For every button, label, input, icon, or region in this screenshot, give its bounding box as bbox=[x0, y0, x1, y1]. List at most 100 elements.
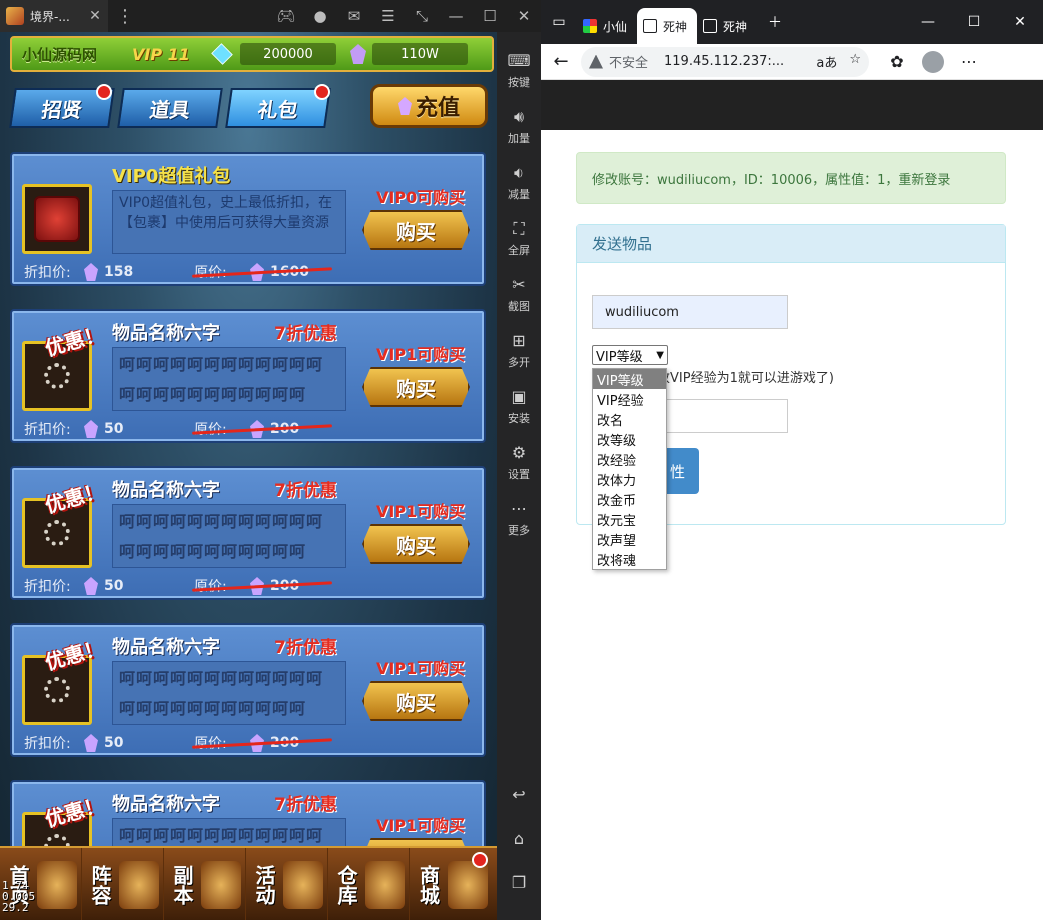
new-tab-icon[interactable]: ＋ bbox=[757, 0, 793, 44]
panel-title: 发送物品 bbox=[577, 225, 1005, 263]
dropdown-option[interactable]: 改声望 bbox=[593, 529, 666, 549]
dropdown-option[interactable]: VIP等级 bbox=[593, 369, 666, 389]
android-back[interactable]: ↩ bbox=[497, 784, 541, 806]
close-icon[interactable]: ✕ bbox=[997, 14, 1043, 30]
more-menu-icon[interactable]: ⋯ bbox=[951, 52, 987, 71]
recharge-label: 充值 bbox=[415, 96, 460, 121]
dropdown-option[interactable]: 改等级 bbox=[593, 429, 666, 449]
gamepad-icon[interactable]: 🎮︎ bbox=[269, 0, 303, 32]
recharge-button[interactable]: 充值 bbox=[370, 84, 488, 128]
price-row: 折扣价: 50 原价: 200 bbox=[24, 419, 344, 439]
maximize-icon[interactable]: ☐ bbox=[951, 14, 997, 30]
dropdown-option[interactable]: 改元宝 bbox=[593, 509, 666, 529]
gift-box-icon bbox=[34, 196, 80, 242]
value-input[interactable] bbox=[657, 399, 788, 433]
original-price: 原价: 200 bbox=[192, 419, 332, 439]
loading-icon bbox=[44, 677, 70, 703]
gift-card: 优惠！ 物品名称六字 7折优惠 呵呵呵呵呵呵呵呵呵呵呵呵呵呵呵呵呵呵呵呵呵呵呵 … bbox=[10, 309, 486, 443]
dropdown-option[interactable]: VIP经验 bbox=[593, 389, 666, 409]
nav-dungeon[interactable]: 副本 bbox=[164, 848, 246, 920]
nav-storage[interactable]: 仓库 bbox=[328, 848, 410, 920]
sidebar-fullscreen[interactable]: ⛶ 全屏 bbox=[497, 218, 541, 258]
vip-requirement: VIP0可购买 bbox=[376, 188, 466, 207]
vip-requirement: VIP1可购买 bbox=[376, 502, 466, 521]
sidebar-keymap[interactable]: ⌨ 按键 bbox=[497, 50, 541, 90]
nav-label: 商城 bbox=[416, 865, 441, 905]
account-input[interactable]: wudiliucom bbox=[592, 295, 788, 329]
discount-label: 折扣价: bbox=[24, 579, 71, 595]
buy-button[interactable]: 购买 bbox=[362, 524, 470, 564]
dropdown-option[interactable]: 改名 bbox=[593, 409, 666, 429]
multi-instance-icon: ⊞ bbox=[512, 331, 526, 350]
notification-dot bbox=[472, 852, 488, 868]
success-alert: 修改账号：wudiliucom，ID：10006，属性值：1，重新登录 bbox=[576, 152, 1006, 204]
nav-lineup[interactable]: 阵容 bbox=[82, 848, 164, 920]
maximize-icon[interactable]: ☐ bbox=[473, 0, 507, 32]
mail-icon[interactable]: ✉ bbox=[337, 0, 371, 32]
sidebar-multi[interactable]: ⊞ 多开 bbox=[497, 330, 541, 370]
vip-requirement: VIP1可购买 bbox=[376, 816, 466, 835]
shrink-icon[interactable]: ⤡ bbox=[405, 0, 439, 32]
address-bar[interactable]: 不安全 119.45.112.237:... aあ ☆ bbox=[581, 46, 869, 77]
card-name: 物品名称六字 bbox=[112, 323, 220, 344]
android-recents[interactable]: ❐ bbox=[497, 872, 541, 894]
fps-overlay: 1.74 0.005 29.2 bbox=[2, 879, 36, 914]
warning-icon bbox=[589, 54, 603, 69]
browser-tab-active[interactable]: 死神 bbox=[637, 8, 697, 44]
page-navbar bbox=[541, 80, 1043, 130]
tab-actions-icon[interactable]: ▭ bbox=[541, 0, 577, 44]
tab-items[interactable]: 道具 bbox=[117, 88, 223, 128]
discount-tag: 7折优惠 bbox=[274, 481, 337, 501]
minimize-icon[interactable]: — bbox=[905, 14, 951, 30]
sidebar-install[interactable]: ▣ 安装 bbox=[497, 386, 541, 426]
back-arrow-icon[interactable]: ← bbox=[541, 51, 581, 72]
card-name: 物品名称六字 bbox=[112, 794, 220, 815]
emulator-tab[interactable]: 境界-... ✕ bbox=[0, 0, 108, 32]
read-aloud-icon[interactable]: aあ bbox=[816, 52, 837, 71]
extensions-icon[interactable]: ✿ bbox=[879, 52, 915, 71]
profile-avatar[interactable] bbox=[922, 50, 944, 73]
buy-button[interactable]: 购买 bbox=[362, 210, 470, 250]
kebab-menu-icon[interactable]: ⋮ bbox=[114, 6, 136, 27]
sidebar-volume-up[interactable]: 🔊︎ 加量 bbox=[497, 106, 541, 146]
game-viewport[interactable]: 小仙源码网 VIP 11 200000 110W 招贤 道具 礼包 充值 VIP… bbox=[0, 32, 497, 920]
hud-brand: 小仙源码网 bbox=[22, 45, 98, 64]
bottom-navigation: 首页 阵容 副本 活动 仓库 商城 bbox=[0, 846, 497, 920]
notification-dot bbox=[314, 84, 330, 100]
close-tab-icon[interactable]: ✕ bbox=[88, 8, 102, 24]
close-window-icon[interactable]: ✕ bbox=[507, 0, 541, 32]
fullscreen-icon: ⛶ bbox=[513, 219, 525, 238]
price-row: 折扣价: 50 原价: 200 bbox=[24, 733, 344, 753]
sidebar-more[interactable]: ⋯ 更多 bbox=[497, 498, 541, 538]
account-icon[interactable]: ● bbox=[303, 0, 337, 32]
browser-window-controls: — ☐ ✕ bbox=[905, 0, 1043, 44]
crystal-icon bbox=[350, 44, 366, 64]
nav-events[interactable]: 活动 bbox=[246, 848, 328, 920]
attribute-select[interactable]: VIP等级 ▼ bbox=[592, 345, 668, 365]
sidebar-volume-down[interactable]: 🔉︎ 减量 bbox=[497, 162, 541, 202]
sidebar-label: 安装 bbox=[508, 412, 530, 425]
browser-tab[interactable]: 小仙 bbox=[577, 8, 637, 44]
discount-tag: 7折优惠 bbox=[274, 638, 337, 658]
hamburger-menu-icon[interactable]: ☰ bbox=[371, 0, 405, 32]
attribute-dropdown-list: VIP等级 VIP经验 改名 改等级 改经验 改体力 改金币 改元宝 改声望 改… bbox=[592, 368, 667, 570]
game-app-icon bbox=[6, 7, 24, 25]
buy-button[interactable]: 购买 bbox=[362, 681, 470, 721]
dropdown-option[interactable]: 改将魂 bbox=[593, 549, 666, 569]
dropdown-option[interactable]: 改体力 bbox=[593, 469, 666, 489]
dropdown-option[interactable]: 改金币 bbox=[593, 489, 666, 509]
discount-label: 折扣价: bbox=[24, 422, 71, 438]
minimize-icon[interactable]: — bbox=[439, 0, 473, 32]
keyboard-icon: ⌨ bbox=[507, 51, 531, 70]
buy-button[interactable]: 购买 bbox=[362, 367, 470, 407]
sidebar-label: 按键 bbox=[508, 76, 530, 89]
crystal-count: 110W bbox=[372, 43, 468, 65]
dropdown-option[interactable]: 改经验 bbox=[593, 449, 666, 469]
browser-tab[interactable]: 死神 bbox=[697, 8, 757, 44]
sidebar-settings[interactable]: ⚙ 设置 bbox=[497, 442, 541, 482]
gift-item-slot[interactable] bbox=[22, 184, 92, 254]
favorite-add-icon[interactable]: ☆ bbox=[849, 52, 861, 71]
android-home[interactable]: ⌂ bbox=[497, 828, 541, 850]
sidebar-screenshot[interactable]: ✂ 截图 bbox=[497, 274, 541, 314]
tab-favicon bbox=[583, 19, 597, 33]
